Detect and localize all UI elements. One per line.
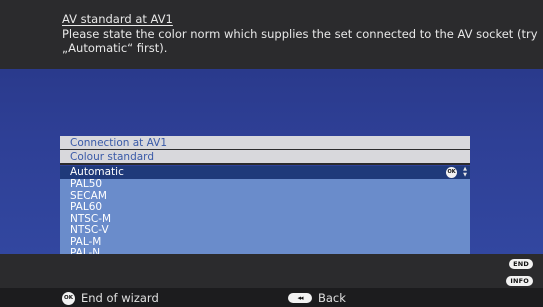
options-list: PAL50 SECAM PAL60 NTSC-M NTSC-V PAL-M PA… (60, 178, 470, 260)
back-label: Back (318, 291, 346, 305)
option-ntsc-m[interactable]: NTSC-M (60, 213, 470, 226)
end-of-wizard-label: End of wizard (81, 291, 159, 305)
page-description: Please state the color norm which suppli… (62, 27, 538, 55)
colour-standard-menu: Connection at AV1 Colour standard Automa… (60, 136, 470, 260)
footer-top-bar (0, 254, 543, 288)
page-title: AV standard at AV1 (62, 12, 173, 26)
selected-option-label: Automatic (70, 166, 124, 178)
option-pal50[interactable]: PAL50 (60, 178, 470, 191)
end-of-wizard-action[interactable]: OK End of wizard (62, 291, 159, 305)
back-icon: ◂◂ (288, 293, 312, 303)
option-secam[interactable]: SECAM (60, 190, 470, 203)
up-down-arrows-icon: ▲ ▼ (463, 166, 467, 178)
end-badge[interactable]: END (509, 259, 533, 269)
info-badge[interactable]: INFO (506, 276, 533, 286)
option-pal60[interactable]: PAL60 (60, 201, 470, 214)
back-action[interactable]: ◂◂ Back (288, 291, 346, 305)
option-ntsc-v[interactable]: NTSC-V (60, 224, 470, 237)
header-panel: AV standard at AV1 Please state the colo… (0, 0, 543, 69)
menu-heading-colour-standard: Colour standard (60, 150, 470, 165)
selected-option-automatic[interactable]: Automatic OK ▲ ▼ (60, 166, 470, 179)
ok-icon: OK (446, 167, 457, 178)
ok-icon: OK (62, 291, 75, 305)
menu-heading-connection: Connection at AV1 (60, 136, 470, 150)
option-pal-m[interactable]: PAL-M (60, 236, 470, 249)
